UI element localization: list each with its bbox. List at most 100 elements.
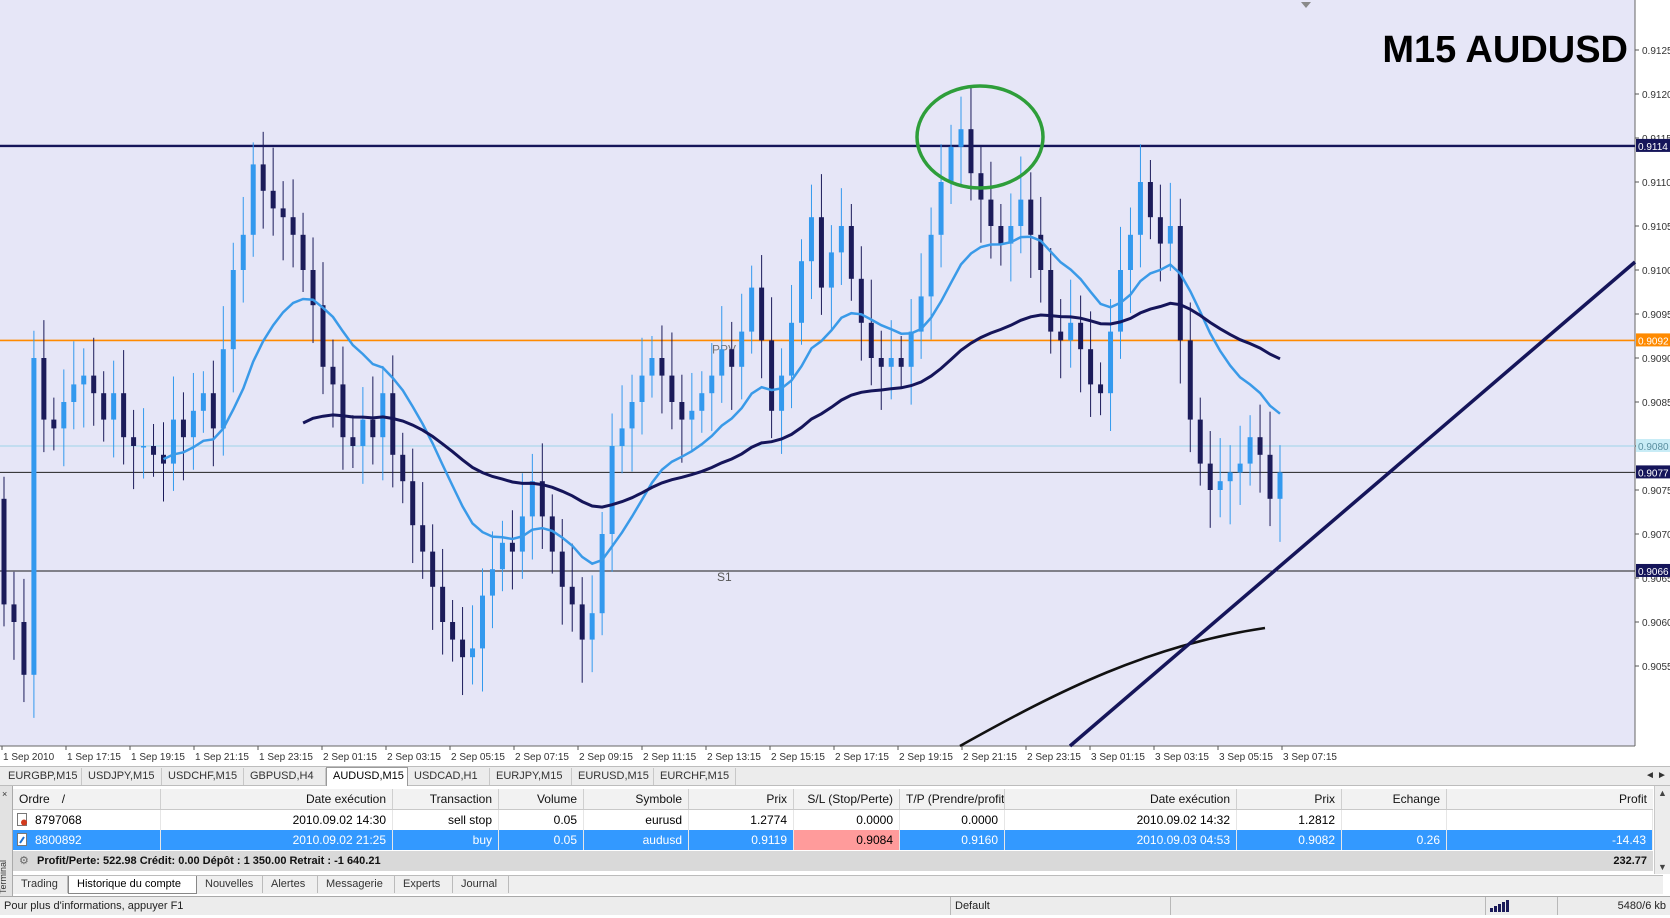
col-date-execution[interactable]: Date exécution	[161, 789, 393, 809]
col-prix[interactable]: Prix	[689, 789, 794, 809]
bear-candle	[450, 622, 456, 640]
time-label: 3 Sep 07:15	[1283, 752, 1337, 763]
status-help-text: Pour plus d'informations, appuyer F1	[4, 900, 184, 912]
account-summary-row: ⚙ Profit/Perte: 522.98 Crédit: 0.00 Dépô…	[13, 851, 1653, 871]
bull-candle	[489, 569, 495, 596]
table-row-selected[interactable]: 8800892 2010.09.02 21:25 buy 0.05 audusd…	[13, 830, 1653, 850]
bull-candle	[599, 534, 605, 614]
tab-scroll-right-icon[interactable]: ►	[1657, 770, 1667, 781]
tab-scroll-left-icon[interactable]: ◄	[1645, 770, 1655, 781]
col-volume[interactable]: Volume	[499, 789, 584, 809]
time-label: 1 Sep 2010	[3, 752, 55, 763]
col-take-profit[interactable]: T/P (Prendre/profit)	[900, 789, 1005, 809]
tab-chart-usdjpy-m15[interactable]: USDJPY,M15	[82, 768, 162, 785]
bear-candle	[868, 322, 874, 358]
bull-candle	[111, 393, 117, 420]
bull-candle	[629, 402, 635, 429]
bear-candle	[300, 234, 306, 270]
tab-chart-usdchf-m15[interactable]: USDCHF,M15	[162, 768, 244, 785]
price-marker-label: 0.9077	[1638, 468, 1669, 479]
time-label: 2 Sep 07:15	[515, 752, 569, 763]
bull-candle	[529, 481, 535, 517]
tab-chart-gbpusd-h4[interactable]: GBPUSD,H4	[244, 768, 326, 785]
chart-symbol-tabs: EURGBP,M15 USDJPY,M15 USDCHF,M15 GBPUSD,H4 A…	[0, 766, 1670, 786]
col-transaction[interactable]: Transaction	[393, 789, 499, 809]
time-label: 1 Sep 23:15	[259, 752, 313, 763]
cell-tp: 0.0000	[900, 810, 1005, 830]
cell-prix-close: 1.2812	[1237, 810, 1342, 830]
bull-candle	[1167, 226, 1173, 244]
time-label: 3 Sep 01:15	[1091, 752, 1145, 763]
price-tick-label: 0.9100	[1642, 266, 1670, 277]
col-prix-close[interactable]: Prix	[1237, 789, 1342, 809]
bear-candle	[1088, 349, 1094, 385]
bear-candle	[679, 402, 685, 420]
bear-candle	[898, 358, 904, 367]
close-icon[interactable]: ×	[2, 789, 7, 799]
bull-candle	[749, 287, 755, 332]
col-echange[interactable]: Echange	[1342, 789, 1447, 809]
bear-candle	[370, 419, 376, 438]
bull-candle	[141, 446, 147, 448]
bull-candle	[480, 595, 485, 649]
terminal-side-bar: × Terminal	[0, 786, 13, 896]
bear-candle	[669, 375, 675, 402]
bear-candle	[390, 393, 396, 455]
tab-journal[interactable]: Journal	[453, 876, 509, 893]
bull-candle	[200, 393, 206, 411]
tab-trading[interactable]: Trading	[13, 876, 68, 893]
account-summary-total: 232.77	[1613, 855, 1647, 867]
tab-chart-eurchf-m15[interactable]: EURCHF,M15	[654, 768, 736, 785]
tab-chart-eurjpy-m15[interactable]: EURJPY,M15	[490, 768, 572, 785]
bull-candle	[828, 252, 834, 288]
bear-candle	[1197, 419, 1203, 464]
bull-candle	[958, 129, 964, 147]
bull-candle	[689, 410, 695, 420]
tab-chart-audusd-m15[interactable]: AUDUSD,M15	[326, 767, 408, 786]
bull-candle	[470, 648, 476, 658]
bear-candle	[1078, 322, 1084, 350]
tab-chart-eurusd-m15[interactable]: EURUSD,M15	[572, 768, 654, 785]
table-row[interactable]: 8797068 2010.09.02 14:30 sell stop 0.05 …	[13, 810, 1653, 831]
price-marker-label: 0.9114	[1638, 142, 1668, 153]
bear-candle	[549, 516, 555, 552]
col-ordre[interactable]: Ordre /	[13, 789, 161, 809]
cell-date-close: 2010.09.03 04:53	[1005, 830, 1237, 850]
terminal-scrollbar[interactable]: ▲ ▼	[1654, 786, 1670, 874]
scroll-down-icon[interactable]: ▼	[1658, 862, 1667, 872]
time-label: 2 Sep 19:15	[899, 752, 953, 763]
cell-echange	[1342, 810, 1447, 830]
chart-background	[0, 0, 1635, 746]
price-marker-label: 0.9080	[1638, 442, 1669, 453]
tab-chart-eurgbp-m15[interactable]: EURGBP,M15	[2, 768, 82, 785]
col-profit[interactable]: Profit	[1447, 789, 1653, 809]
cell-date: 2010.09.02 14:30	[161, 810, 393, 830]
bull-candle	[31, 358, 37, 675]
bull-candle	[499, 542, 505, 570]
bull-candle	[709, 375, 715, 394]
chart-title: M15 AUDUSD	[1382, 29, 1628, 71]
col-date-execution-close[interactable]: Date exécution	[1005, 789, 1237, 809]
tab-experts[interactable]: Experts	[395, 876, 453, 893]
price-marker-label: 0.9066	[1638, 567, 1669, 578]
col-symbole[interactable]: Symbole	[584, 789, 689, 809]
cell-transaction: buy	[393, 830, 499, 850]
bull-candle	[808, 217, 814, 262]
bull-candle	[739, 331, 745, 367]
bear-candle	[11, 604, 17, 622]
price-chart[interactable]: 0.91250.91200.91150.91100.91050.91000.90…	[0, 0, 1670, 766]
tab-nouvelles[interactable]: Nouvelles	[197, 876, 263, 893]
terminal-tabs: Trading Historique du compte Nouvelles A…	[13, 875, 1663, 894]
scroll-up-icon[interactable]: ▲	[1658, 788, 1667, 798]
tab-historique[interactable]: Historique du compte	[68, 876, 197, 894]
bull-candle	[170, 419, 176, 464]
tab-alertes[interactable]: Alertes	[263, 876, 318, 893]
col-stop-loss[interactable]: S/L (Stop/Perte)	[794, 789, 900, 809]
status-bar: Pour plus d'informations, appuyer F1 Def…	[0, 896, 1670, 915]
bear-candle	[1048, 270, 1054, 332]
tab-chart-usdcad-h1[interactable]: USDCAD,H1	[408, 768, 490, 785]
bear-candle	[290, 217, 296, 235]
tab-messagerie[interactable]: Messagerie	[318, 876, 395, 893]
bear-candle	[729, 349, 735, 367]
cell-volume: 0.05	[499, 810, 584, 830]
